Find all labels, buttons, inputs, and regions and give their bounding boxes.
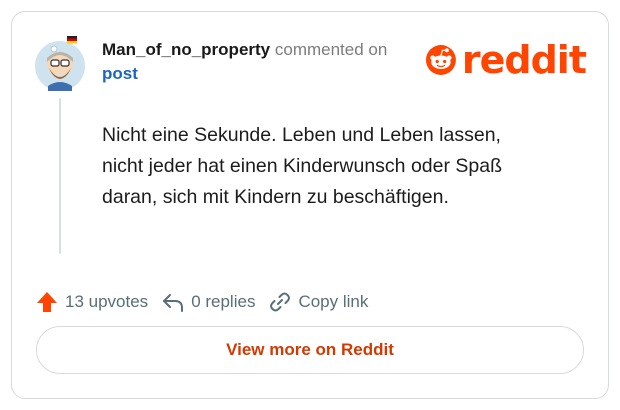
- thread-line: [59, 98, 61, 254]
- avatar-snoo-icon: [35, 36, 85, 91]
- reply-arrow-icon: [163, 294, 184, 312]
- action-bar: 13 upvotes 0 replies Copy link: [36, 289, 382, 315]
- user-avatar[interactable]: [34, 36, 86, 91]
- copy-link-label: Copy link: [298, 292, 369, 311]
- upvote-button[interactable]: 13 upvotes: [36, 291, 148, 313]
- action-text: commented on: [274, 40, 388, 59]
- comment-line: daran, sich mit Kindern zu beschäftigen.: [102, 186, 449, 208]
- comment-body: Nicht eine Sekunde. Leben und Leben lass…: [102, 120, 572, 213]
- comment-line: nicht jeder hat einen Kinderwunsch oder …: [102, 155, 502, 177]
- replies-count: 0 replies: [191, 292, 256, 311]
- reddit-wordmark: reddit: [461, 38, 587, 82]
- comment-header: Man_of_no_property commented on post: [102, 38, 412, 86]
- username-link[interactable]: Man_of_no_property: [102, 40, 270, 59]
- post-link[interactable]: post: [102, 62, 412, 86]
- view-more-button[interactable]: View more on Reddit: [36, 326, 584, 374]
- comment-line: Nicht eine Sekunde. Leben und Leben lass…: [102, 124, 501, 146]
- link-icon: [270, 292, 291, 312]
- upvote-arrow-icon: [37, 292, 57, 312]
- upvote-count: 13 upvotes: [65, 292, 149, 311]
- snoo-icon: [426, 45, 456, 75]
- reddit-logo[interactable]: reddit: [426, 36, 587, 84]
- replies-button[interactable]: 0 replies: [162, 292, 255, 312]
- copy-link-button[interactable]: Copy link: [269, 291, 368, 313]
